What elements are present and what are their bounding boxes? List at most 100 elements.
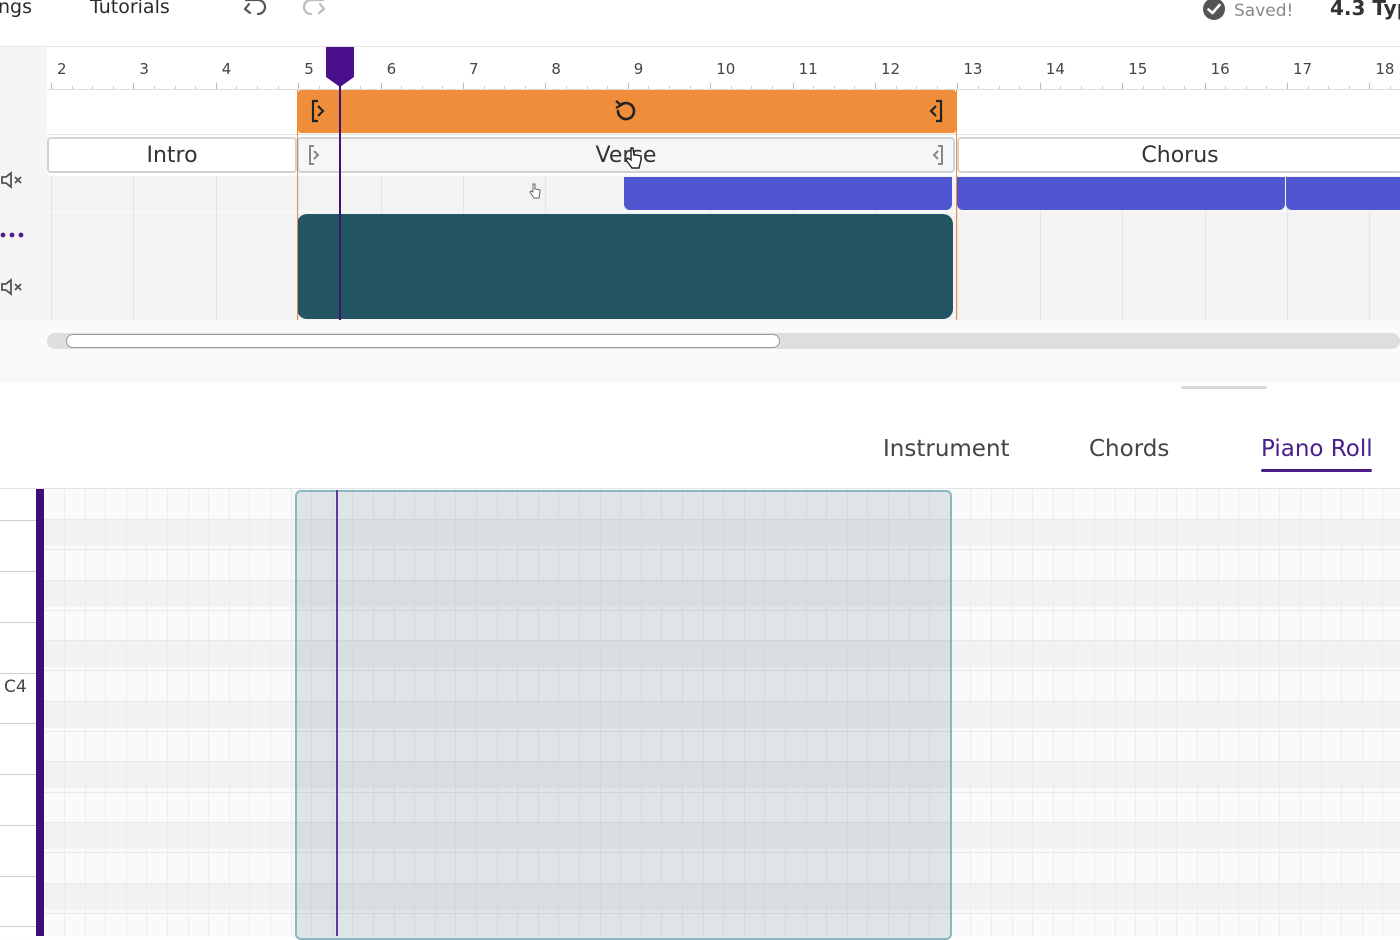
piano-roll-beat-line (1238, 489, 1239, 936)
section-chorus[interactable]: Chorus (957, 137, 1400, 173)
ruler-bar-number: 15 (1128, 60, 1148, 78)
ruler-tick (1081, 86, 1082, 89)
ruler-bar-number: 13 (963, 60, 983, 78)
ruler-tick (360, 86, 361, 89)
lane-gridline (133, 176, 135, 211)
ruler-tick (1039, 83, 1041, 89)
undo-icon[interactable] (243, 0, 269, 22)
piano-key-divider (0, 520, 36, 521)
loop-end-handle-icon[interactable] (926, 99, 944, 127)
ruler-tick (875, 83, 876, 89)
ruler-tick (1390, 86, 1391, 89)
piano-roll-beat-line (1382, 489, 1383, 936)
bar-ruler[interactable]: 2 3 4 5 6 7 8 9 10 11 12 13 14 15 16 17 18 (47, 47, 1400, 90)
ruler-tick (772, 86, 773, 89)
tab-instrument[interactable]: Instrument (883, 436, 1010, 462)
ruler-tick (1204, 83, 1206, 89)
ruler-bar-number: 11 (798, 60, 818, 78)
section-intro[interactable]: Intro (47, 137, 297, 173)
piano-roll-beat-line (1341, 489, 1342, 936)
ruler-tick (1101, 86, 1103, 89)
piano-key-divider (0, 673, 36, 674)
ruler-bar-number: 10 (716, 60, 736, 78)
piano-roll-playhead (336, 490, 338, 936)
piano-roll-beat-line (1094, 489, 1095, 936)
redo-icon[interactable] (300, 0, 326, 22)
ruler-tick (318, 86, 320, 89)
piano-roll-beat-line (970, 489, 971, 936)
section-start-handle-icon[interactable] (307, 144, 323, 172)
ruler-tick (1142, 86, 1144, 89)
settings-link[interactable]: ngs (0, 0, 32, 18)
tutorials-link[interactable]: Tutorials (90, 0, 170, 18)
ruler-tick (710, 83, 712, 89)
piano-roll-beat-line (1135, 489, 1136, 936)
lane-gridline (1039, 212, 1041, 320)
tab-chords[interactable]: Chords (1089, 436, 1169, 462)
ruler-tick (71, 86, 73, 89)
ruler-tick (154, 86, 155, 89)
midi-clip[interactable] (1286, 177, 1400, 210)
midi-clip[interactable] (957, 177, 1285, 210)
playhead-handle[interactable] (325, 47, 355, 87)
piano-key-divider (0, 774, 36, 775)
piano-key-divider (0, 723, 36, 724)
loop-start-handle-icon[interactable] (310, 99, 328, 127)
piano-roll-beat-line (1362, 489, 1363, 936)
ruler-tick (566, 86, 567, 89)
ruler-tick (463, 83, 464, 89)
section-end-handle-icon[interactable] (929, 144, 945, 172)
ruler-tick (833, 86, 835, 89)
ruler-tick (92, 86, 94, 89)
piano-roll-beat-line (1218, 489, 1219, 936)
playhead-line[interactable] (339, 70, 341, 320)
ruler-tick (195, 86, 197, 89)
piano-roll-beat-line (1053, 489, 1054, 936)
ruler-bar-number: 16 (1210, 60, 1230, 78)
piano-key-divider (0, 622, 36, 623)
audio-clip[interactable] (297, 214, 953, 319)
piano-roll-beat-line (1073, 489, 1074, 936)
loop-start-marker (297, 90, 298, 320)
loop-region[interactable] (298, 90, 956, 133)
ruler-bar-number: 7 (469, 60, 479, 78)
ruler-bar-number: 8 (551, 60, 561, 78)
ruler-tick (545, 83, 547, 89)
piano-roll-beat-line (1156, 489, 1157, 936)
mute-icon[interactable] (0, 276, 26, 302)
ruler-tick (504, 86, 506, 89)
loop-icon[interactable] (612, 97, 640, 129)
tab-piano-roll[interactable]: Piano Roll (1261, 436, 1373, 462)
midi-clip[interactable] (624, 177, 952, 210)
ruler-tick (813, 86, 815, 89)
scrollbar-thumb[interactable] (66, 334, 780, 348)
ruler-bar-number: 4 (221, 60, 232, 78)
piano-roll-beat-line (1197, 489, 1198, 936)
mute-icon[interactable] (0, 170, 26, 194)
lane-gridline (463, 176, 464, 211)
panel-resize-handle[interactable] (1181, 386, 1267, 389)
ruler-tick (792, 83, 794, 89)
lane-gridline (51, 212, 52, 320)
ruler-bar-number: 2 (57, 60, 67, 78)
ruler-tick (257, 86, 258, 89)
ruler-tick (524, 86, 526, 89)
loop-end-marker (956, 90, 957, 320)
version-label: 4.3 Typ (1330, 0, 1400, 20)
section-label: Intro (146, 142, 198, 168)
piano-roll-beat-line (1259, 489, 1260, 936)
cursor-icon (622, 146, 644, 176)
ruler-tick (627, 83, 629, 89)
ruler-tick (730, 86, 732, 89)
piano-keys[interactable] (0, 489, 36, 936)
ruler-tick (1019, 86, 1021, 89)
piano-key-divider (0, 825, 36, 826)
piano-roll-clip-region[interactable] (295, 490, 952, 940)
piano-roll-beat-line (105, 489, 106, 936)
active-tab-indicator (1261, 469, 1372, 472)
more-options-icon[interactable] (0, 226, 26, 245)
lane-gridline (1122, 212, 1124, 320)
lane-gridline (215, 212, 217, 320)
ruler-tick (298, 83, 300, 89)
piano-roll-beat-line (167, 489, 168, 936)
